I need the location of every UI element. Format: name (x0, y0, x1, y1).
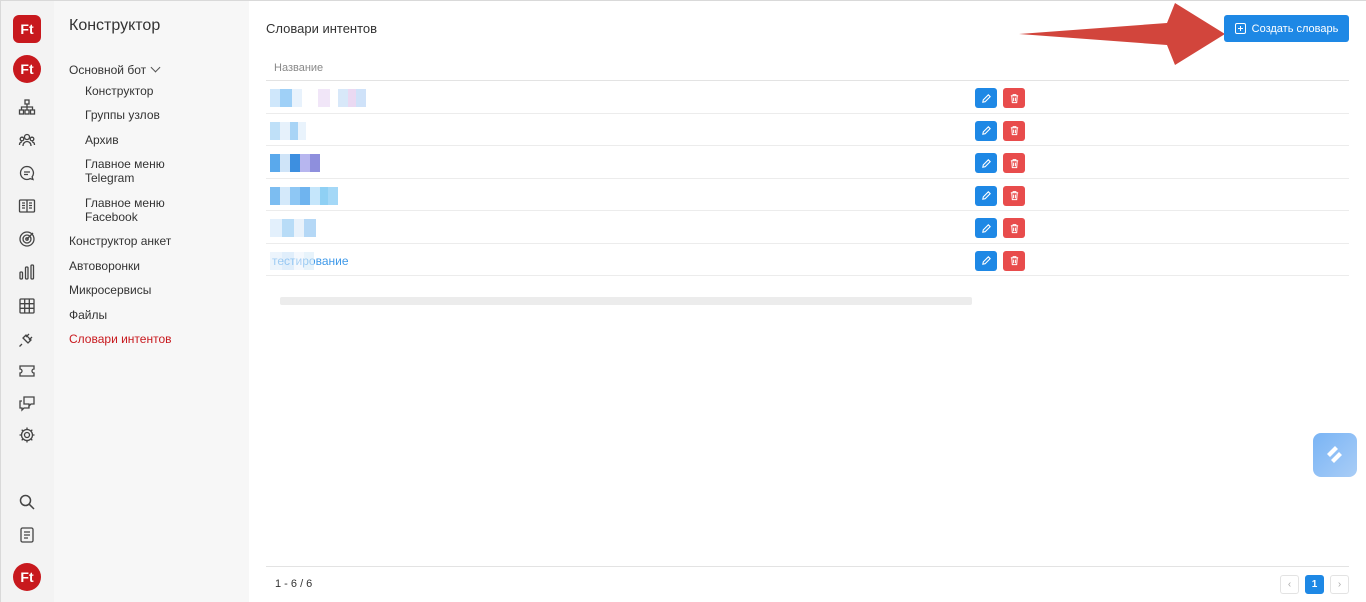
next-page-button[interactable]: › (1330, 575, 1349, 594)
plus-square-icon (1234, 23, 1246, 34)
row-actions (975, 153, 1025, 173)
row-actions (975, 218, 1025, 238)
bot-avatar[interactable]: Ft (13, 55, 41, 83)
row-actions (975, 88, 1025, 108)
doc-icon[interactable] (17, 525, 37, 545)
grid-icon[interactable] (17, 296, 37, 316)
trash-icon (1010, 126, 1018, 136)
edit-button[interactable] (975, 185, 997, 206)
bot-selector[interactable]: Основной бот (69, 62, 161, 77)
row-name-redacted (270, 89, 366, 107)
page-title: Словари интентов (266, 21, 378, 36)
trash-icon (1010, 223, 1018, 233)
table-row[interactable]: тестирование (266, 244, 1349, 276)
edit-button[interactable] (975, 218, 997, 238)
messages-icon[interactable] (17, 393, 37, 413)
trash-icon (1010, 93, 1018, 103)
row-name-redacted (270, 251, 314, 270)
row-actions (975, 185, 1025, 206)
column-header-name: Название (266, 57, 1349, 81)
section-nav: Конструктор Основной бот Конструктор Гру… (54, 1, 249, 602)
delete-button[interactable] (1003, 120, 1025, 141)
table-row[interactable] (266, 211, 1349, 244)
chevron-down-icon (150, 62, 161, 73)
nav-intent-dictionaries[interactable]: Словари интентов (69, 332, 172, 346)
nav-autofunnels[interactable]: Автоворонки (69, 259, 140, 273)
row-name-redacted (270, 121, 306, 140)
pencil-icon (981, 158, 991, 168)
table-footer: 1 - 6 / 6 ‹ 1 › (266, 566, 1349, 602)
pencil-icon (981, 191, 991, 200)
plug-icon[interactable] (17, 329, 37, 349)
bar-chart-icon[interactable] (17, 262, 37, 282)
create-dictionary-label: Создать словарь (1251, 22, 1339, 35)
table-row[interactable] (266, 146, 1349, 179)
trash-icon (1010, 191, 1018, 201)
prev-page-button[interactable]: ‹ (1280, 575, 1299, 594)
nav-microservices[interactable]: Микросервисы (69, 283, 151, 297)
row-name-redacted (270, 219, 316, 237)
chat-icon[interactable] (17, 163, 37, 183)
target-icon[interactable] (17, 229, 37, 249)
bot-selector-label: Основной бот (69, 63, 147, 77)
pagination: ‹ 1 › (1280, 575, 1349, 594)
nav-files[interactable]: Файлы (69, 308, 107, 322)
nav-form-builder[interactable]: Конструктор анкет (69, 234, 171, 248)
ticket-icon[interactable] (17, 361, 37, 381)
delete-button[interactable] (1003, 88, 1025, 108)
gear-icon[interactable] (17, 425, 37, 445)
nav-sub-telegram-menu[interactable]: Главное меню Telegram (85, 157, 185, 185)
main-content: Словари интентов Создать словарь Названи… (249, 1, 1366, 602)
user-avatar[interactable]: Ft (13, 563, 41, 591)
pencil-icon (981, 223, 991, 233)
trash-icon (1010, 158, 1018, 168)
floating-widget-button[interactable] (1313, 433, 1357, 477)
create-dictionary-button[interactable]: Создать словарь (1224, 15, 1349, 42)
nodes-icon[interactable] (17, 97, 37, 117)
icon-rail: Ft Ft Ft (1, 1, 54, 602)
delete-button[interactable] (1003, 250, 1025, 271)
pencil-icon (981, 126, 991, 135)
widget-logo-icon (1327, 446, 1342, 463)
nav-sub-constructor[interactable]: Конструктор (85, 84, 235, 98)
horizontal-scrollbar[interactable] (280, 297, 972, 305)
nav-sub-archive[interactable]: Архив (85, 133, 235, 147)
app-window: Ft Ft Ft Конструктор Основной бот Констр… (0, 0, 1366, 602)
pencil-icon (981, 256, 991, 265)
row-name-redacted (270, 186, 338, 205)
edit-button[interactable] (975, 250, 997, 271)
row-name-redacted (270, 154, 320, 172)
edit-button[interactable] (975, 88, 997, 108)
app-logo[interactable]: Ft (13, 15, 41, 43)
table-row[interactable] (266, 81, 1349, 114)
people-icon[interactable] (17, 130, 37, 150)
nav-title: Конструктор (69, 17, 161, 34)
row-actions (975, 250, 1025, 271)
edit-button[interactable] (975, 153, 997, 173)
search-icon[interactable] (17, 492, 37, 512)
nav-sub-facebook-menu[interactable]: Главное меню Facebook (85, 196, 185, 224)
delete-button[interactable] (1003, 185, 1025, 206)
page-button-current[interactable]: 1 (1305, 575, 1324, 594)
dictionaries-table: Название (266, 57, 1349, 305)
edit-button[interactable] (975, 120, 997, 141)
trash-icon (1010, 256, 1018, 266)
delete-button[interactable] (1003, 153, 1025, 173)
row-actions (975, 120, 1025, 141)
pagination-range: 1 - 6 / 6 (275, 578, 313, 590)
table-row[interactable] (266, 114, 1349, 146)
table-row[interactable] (266, 179, 1349, 211)
delete-button[interactable] (1003, 218, 1025, 238)
nav-sub-node-groups[interactable]: Группы узлов (85, 108, 235, 122)
pencil-icon (981, 93, 991, 103)
book-icon[interactable] (17, 196, 37, 216)
